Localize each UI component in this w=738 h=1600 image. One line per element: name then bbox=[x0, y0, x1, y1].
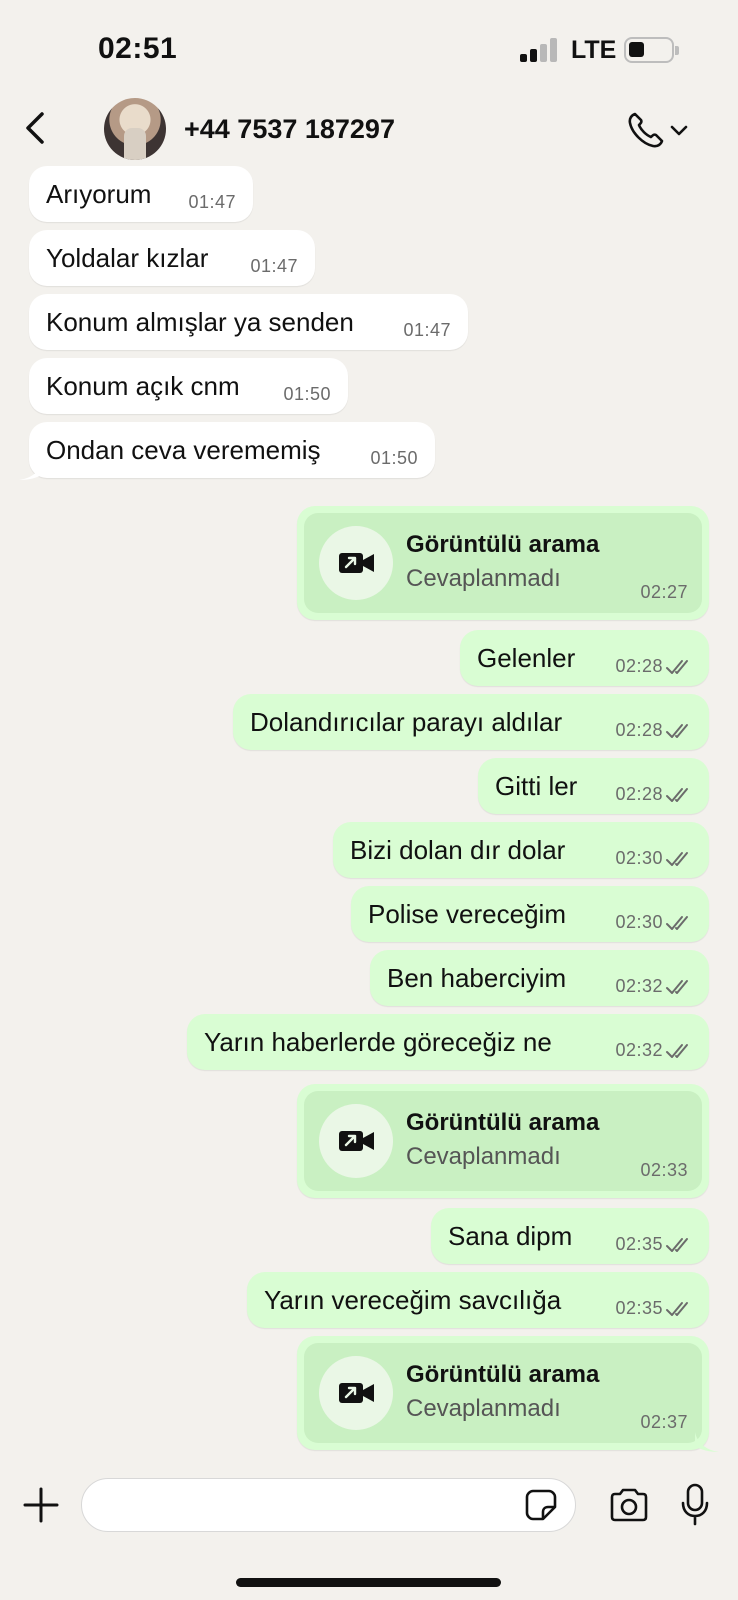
message-time: 02:37 bbox=[640, 1412, 688, 1432]
incoming-message[interactable]: Arıyorum 01:47 bbox=[29, 166, 253, 222]
phone-icon bbox=[628, 112, 664, 148]
message-text: Yarın vereceğim savcılığa bbox=[264, 1285, 562, 1315]
message-text: Konum almışlar ya senden bbox=[46, 307, 354, 337]
double-check-icon bbox=[665, 1236, 693, 1254]
network-label: LTE bbox=[571, 36, 617, 64]
message-time: 02:30 bbox=[615, 912, 663, 932]
message-time: 02:35 bbox=[615, 1298, 663, 1318]
message-time: 01:50 bbox=[370, 448, 418, 468]
call-title: Görüntülü arama bbox=[406, 531, 600, 558]
outgoing-message[interactable]: Bizi dolan dır dolar 02:30 bbox=[333, 822, 709, 878]
message-input[interactable] bbox=[81, 1478, 576, 1532]
call-title: Görüntülü arama bbox=[406, 1109, 600, 1136]
message-text: Gelenler bbox=[477, 643, 576, 673]
call-card[interactable]: Görüntülü arama Cevaplanmadı 02:37 bbox=[304, 1343, 702, 1443]
message-text: Yoldalar kızlar bbox=[46, 243, 209, 273]
outgoing-message[interactable]: Gelenler 02:28 bbox=[460, 630, 709, 686]
message-time: 02:27 bbox=[640, 582, 688, 602]
message-text: Ondan ceva verememiş bbox=[46, 435, 321, 465]
message-text: Polise vereceğim bbox=[368, 899, 566, 929]
message-time: 02:28 bbox=[615, 720, 663, 740]
double-check-icon bbox=[665, 914, 693, 932]
message-time: 02:32 bbox=[615, 976, 663, 996]
video-camera-icon bbox=[319, 1104, 393, 1178]
call-status: Cevaplanmadı bbox=[406, 565, 561, 592]
message-time: 01:47 bbox=[403, 320, 451, 340]
signal-icon bbox=[520, 38, 560, 62]
call-card[interactable]: Görüntülü arama Cevaplanmadı 02:33 bbox=[304, 1091, 702, 1191]
sticker-icon bbox=[525, 1489, 557, 1521]
message-time: 02:35 bbox=[615, 1234, 663, 1254]
message-text: Arıyorum bbox=[46, 179, 152, 209]
sticker-button[interactable] bbox=[524, 1488, 558, 1522]
call-button[interactable] bbox=[624, 108, 694, 152]
status-bar: 02:51 LTE bbox=[0, 0, 738, 90]
outgoing-message[interactable]: Sana dipm 02:35 bbox=[431, 1208, 709, 1264]
double-check-icon bbox=[665, 850, 693, 868]
microphone-icon bbox=[681, 1483, 709, 1526]
microphone-button[interactable] bbox=[680, 1482, 710, 1528]
message-time: 01:47 bbox=[188, 192, 236, 212]
call-message[interactable]: Görüntülü arama Cevaplanmadı 02:37 bbox=[297, 1336, 709, 1450]
bubble-tail bbox=[695, 1432, 719, 1452]
double-check-icon bbox=[665, 786, 693, 804]
composer-bar bbox=[0, 1476, 738, 1536]
outgoing-message[interactable]: Dolandırıcılar parayı aldılar 02:28 bbox=[233, 694, 709, 750]
outgoing-message[interactable]: Yarın vereceğim savcılığa 02:35 bbox=[247, 1272, 709, 1328]
bubble-tail bbox=[19, 460, 43, 480]
message-text: Yarın haberlerde göreceğiz ne bbox=[204, 1027, 552, 1057]
chevron-left-icon bbox=[26, 112, 44, 144]
message-time: 01:50 bbox=[283, 384, 331, 404]
contact-name[interactable]: +44 7537 187297 bbox=[184, 114, 395, 145]
call-status: Cevaplanmadı bbox=[406, 1143, 561, 1170]
camera-button[interactable] bbox=[608, 1486, 650, 1524]
outgoing-message[interactable]: Ben haberciyim 02:32 bbox=[370, 950, 709, 1006]
double-check-icon bbox=[665, 978, 693, 996]
message-time: 02:28 bbox=[615, 656, 663, 676]
outgoing-message[interactable]: Yarın haberlerde göreceğiz ne 02:32 bbox=[187, 1014, 709, 1070]
video-camera-icon bbox=[319, 526, 393, 600]
chevron-down-icon bbox=[670, 125, 688, 136]
attach-button[interactable] bbox=[22, 1486, 60, 1524]
message-text: Bizi dolan dır dolar bbox=[350, 835, 566, 865]
status-time: 02:51 bbox=[98, 32, 178, 65]
chat-header: +44 7537 187297 bbox=[0, 92, 738, 168]
message-text: Ben haberciyim bbox=[387, 963, 567, 993]
call-message[interactable]: Görüntülü arama Cevaplanmadı 02:27 bbox=[297, 506, 709, 620]
message-time: 02:33 bbox=[640, 1160, 688, 1180]
avatar[interactable] bbox=[104, 98, 166, 160]
double-check-icon bbox=[665, 1300, 693, 1318]
message-time: 02:28 bbox=[615, 784, 663, 804]
double-check-icon bbox=[665, 722, 693, 740]
call-message[interactable]: Görüntülü arama Cevaplanmadı 02:33 bbox=[297, 1084, 709, 1198]
incoming-message[interactable]: Konum almışlar ya senden 01:47 bbox=[29, 294, 468, 350]
incoming-message[interactable]: Yoldalar kızlar 01:47 bbox=[29, 230, 315, 286]
message-time: 02:32 bbox=[615, 1040, 663, 1060]
call-title: Görüntülü arama bbox=[406, 1361, 600, 1388]
double-check-icon bbox=[665, 1042, 693, 1060]
incoming-message[interactable]: Ondan ceva verememiş 01:50 bbox=[29, 422, 435, 478]
back-button[interactable] bbox=[18, 106, 58, 150]
call-card[interactable]: Görüntülü arama Cevaplanmadı 02:27 bbox=[304, 513, 702, 613]
outgoing-message[interactable]: Polise vereceğim 02:30 bbox=[351, 886, 709, 942]
message-time: 02:30 bbox=[615, 848, 663, 868]
outgoing-message[interactable]: Gitti ler 02:28 bbox=[478, 758, 709, 814]
message-text: Gitti ler bbox=[495, 771, 578, 801]
double-check-icon bbox=[665, 658, 693, 676]
battery-icon bbox=[624, 37, 679, 63]
incoming-message[interactable]: Konum açık cnm 01:50 bbox=[29, 358, 348, 414]
message-text: Konum açık cnm bbox=[46, 371, 240, 401]
plus-icon bbox=[23, 1487, 59, 1523]
home-indicator[interactable] bbox=[236, 1578, 501, 1587]
call-status: Cevaplanmadı bbox=[406, 1395, 561, 1422]
message-time: 01:47 bbox=[250, 256, 298, 276]
message-text: Sana dipm bbox=[448, 1221, 573, 1251]
camera-icon bbox=[610, 1488, 648, 1522]
video-camera-icon bbox=[319, 1356, 393, 1430]
message-text: Dolandırıcılar parayı aldılar bbox=[250, 707, 563, 737]
